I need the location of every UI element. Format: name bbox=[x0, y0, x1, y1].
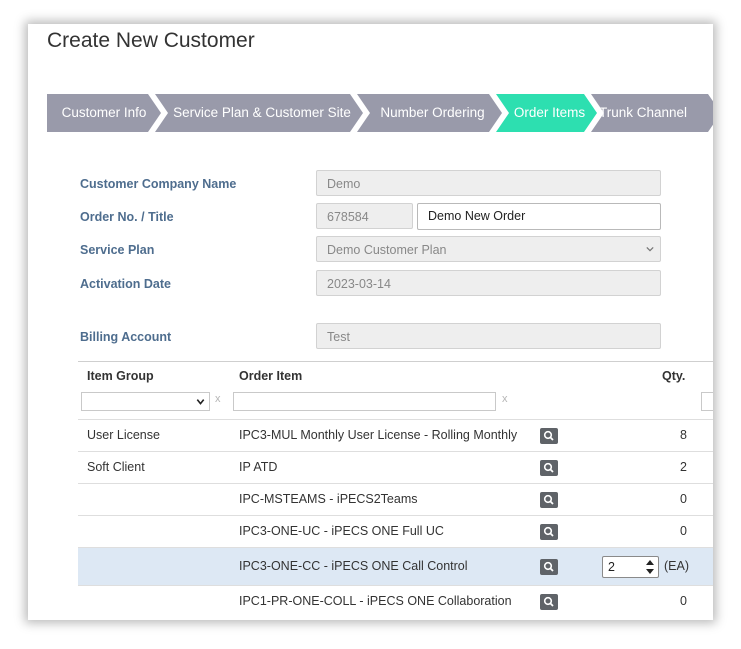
row-order-item: IPC-MSTEAMS - iPECS2Teams bbox=[239, 492, 418, 506]
table-row[interactable]: IPC3-ONE-UC - iPECS ONE Full UC 0 bbox=[78, 515, 713, 548]
header-order-item: Order Item bbox=[239, 369, 303, 383]
row-qty: 2 bbox=[680, 460, 687, 474]
service-plan-value: Demo Customer Plan bbox=[327, 243, 447, 257]
chevron-down-icon bbox=[646, 246, 654, 252]
quantity-unit: (EA) bbox=[664, 559, 689, 573]
activation-date-label: Activation Date bbox=[80, 277, 171, 291]
table-row-selected[interactable]: IPC3-ONE-CC - iPECS ONE Call Control 2 (… bbox=[78, 547, 713, 586]
order-no-label: Order No. / Title bbox=[80, 210, 174, 224]
row-order-item: IP ATD bbox=[239, 460, 278, 474]
create-customer-window: Create New Customer Customer Info Servic… bbox=[28, 24, 713, 620]
row-qty: 0 bbox=[680, 492, 687, 506]
order-number-field: 678584 bbox=[316, 203, 413, 229]
billing-account-label: Billing Account bbox=[80, 330, 172, 344]
header-item-group: Item Group bbox=[87, 369, 154, 383]
table-top-border bbox=[78, 361, 713, 362]
table-row[interactable]: IPC-MSTEAMS - iPECS2Teams 0 bbox=[78, 483, 713, 516]
search-icon[interactable] bbox=[540, 428, 558, 444]
service-plan-label: Service Plan bbox=[80, 243, 155, 257]
row-order-item: IPC1-PR-ONE-COLL - iPECS ONE Collaborati… bbox=[239, 594, 512, 608]
row-item-group: Soft Client bbox=[87, 460, 145, 474]
step-trunk-channel[interactable]: Trunk Channel bbox=[591, 94, 713, 132]
search-icon[interactable] bbox=[540, 559, 558, 575]
step-label: Service Plan & Customer Site bbox=[173, 105, 351, 120]
clear-group-filter-icon[interactable]: x bbox=[215, 393, 221, 405]
table-row[interactable]: Soft Client IP ATD 2 bbox=[78, 451, 713, 484]
search-icon[interactable] bbox=[540, 524, 558, 540]
step-label: Trunk Channel bbox=[599, 105, 688, 120]
row-qty: 0 bbox=[680, 524, 687, 538]
header-qty: Qty. bbox=[662, 369, 686, 383]
table-row[interactable]: User License IPC3-MUL Monthly User Licen… bbox=[78, 419, 713, 452]
search-icon[interactable] bbox=[540, 594, 558, 610]
spinner-arrows-icon[interactable] bbox=[646, 560, 654, 574]
service-plan-select[interactable]: Demo Customer Plan bbox=[316, 236, 661, 262]
row-order-item: IPC3-ONE-UC - iPECS ONE Full UC bbox=[239, 524, 444, 538]
step-customer-info[interactable]: Customer Info bbox=[47, 94, 161, 132]
row-order-item: IPC3-ONE-CC - iPECS ONE Call Control bbox=[239, 559, 468, 573]
billing-account-field: Test bbox=[316, 323, 661, 349]
order-title-input[interactable]: Demo New Order bbox=[417, 203, 661, 230]
search-icon[interactable] bbox=[540, 460, 558, 476]
step-order-items[interactable]: Order Items bbox=[496, 94, 597, 132]
search-icon[interactable] bbox=[540, 492, 558, 508]
order-item-filter-input[interactable] bbox=[233, 392, 496, 411]
chevron-down-icon bbox=[196, 399, 205, 405]
step-label: Order Items bbox=[513, 105, 586, 120]
qty-filter-input[interactable] bbox=[701, 392, 713, 411]
quantity-value: 2 bbox=[608, 560, 615, 574]
activation-date-field: 2023-03-14 bbox=[316, 270, 661, 296]
quantity-stepper[interactable]: 2 bbox=[602, 556, 659, 578]
row-qty: 8 bbox=[680, 428, 687, 442]
step-number-ordering[interactable]: Number Ordering bbox=[357, 94, 502, 132]
item-group-filter-select[interactable] bbox=[81, 392, 210, 411]
row-item-group: User License bbox=[87, 428, 160, 442]
row-order-item: IPC3-MUL Monthly User License - Rolling … bbox=[239, 428, 518, 442]
row-qty: 0 bbox=[680, 594, 687, 608]
step-label: Customer Info bbox=[61, 105, 147, 120]
company-name-field: Demo bbox=[316, 170, 661, 196]
page-title: Create New Customer bbox=[47, 29, 255, 52]
company-name-label: Customer Company Name bbox=[80, 177, 237, 191]
clear-item-filter-icon[interactable]: x bbox=[502, 393, 508, 405]
step-label: Number Ordering bbox=[380, 105, 485, 120]
table-row[interactable]: IPC1-PR-ONE-COLL - iPECS ONE Collaborati… bbox=[78, 585, 713, 618]
step-service-plan[interactable]: Service Plan & Customer Site bbox=[155, 94, 363, 132]
